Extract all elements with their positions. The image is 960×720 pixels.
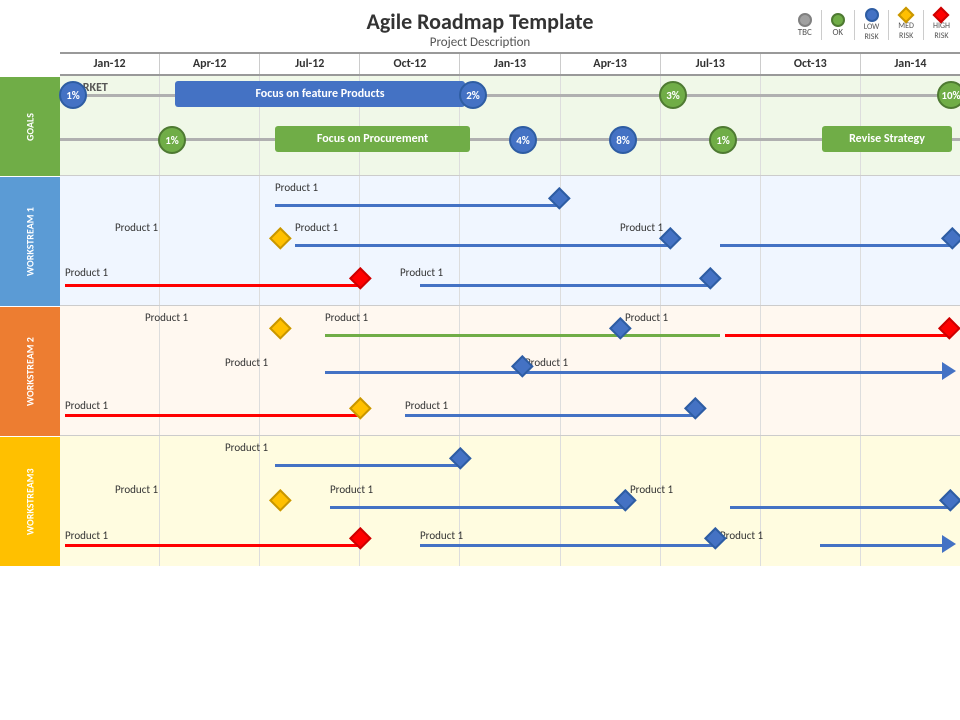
ws3-line3c [820,544,950,547]
bar-revise-strategy: Revise Strategy [822,126,952,152]
ws3-prod2-r1: Product 1 [115,483,158,496]
milestone-1pct-r2b: 1% [709,126,737,154]
col-jan13: Jan-13 [460,54,560,74]
ws2-line1 [325,334,720,337]
ws2-prod2-r1: Product 1 [225,356,268,369]
ws3-prod3-r2: Product 1 [420,529,463,542]
milestone-3pct: 3% [659,81,687,109]
legend-ok: OK [831,13,845,38]
ws2-line1b [725,334,950,337]
ws3-line3 [65,544,360,547]
ws3-prod2-r2: Product 1 [330,483,373,496]
ws2-section: Product 1 Product 1 Product 1 Product 1 … [60,306,960,436]
col-jul12: Jul-12 [260,54,360,74]
legend-high-risk: HIGHRISK [933,9,950,41]
col-oct12: Oct-12 [360,54,460,74]
timeline-header: Jan-12 Apr-12 Jul-12 Oct-12 Jan-13 Apr-1… [60,52,960,76]
ws3-line1 [275,464,460,467]
low-risk-icon [865,8,879,22]
ws3-prod1-r1: Product 1 [225,441,268,454]
ws2-line2 [325,371,950,374]
ws3-section: Product 1 Product 1 Product 1 Product 1 … [60,436,960,566]
goals-label: GOALS [0,76,60,176]
ws1-prod2-r3: Product 1 [620,221,663,234]
ws3-prod2-r3: Product 1 [630,483,673,496]
ws1-line3 [65,284,360,287]
ws3-diamond-yellow [269,489,292,512]
legend-low-risk: LOWRISK [864,8,880,42]
col-apr12: Apr-12 [160,54,260,74]
ws1-line2b [720,244,950,247]
legend-med-risk-label: MEDRISK [898,21,914,41]
header: Agile Roadmap Template Project Descripti… [0,0,960,52]
tbc-icon [798,13,812,27]
ws2-arrow-head1 [942,362,956,380]
col-jan12: Jan-12 [60,54,160,74]
milestone-2pct: 2% [459,81,487,109]
ws1-line3b [420,284,710,287]
ws1-prod2-r2: Product 1 [295,221,338,234]
ws2-prod1-r2: Product 1 [325,311,368,324]
ws1-label: WORKSTREAM 1 [0,176,60,306]
ws1-prod1-r1: Product 1 [275,181,318,194]
ws3-line2b [730,506,950,509]
col-apr13: Apr-13 [561,54,661,74]
legend-sep4 [923,10,924,40]
content-area: MARKET 1% Focus on feature Products 2% 3… [60,76,960,720]
ws1-prod3-r2: Product 1 [400,266,443,279]
legend-high-risk-label: HIGHRISK [933,21,950,41]
ws3-line3b [420,544,715,547]
legend-med-risk: MEDRISK [898,9,914,41]
ws3-line2 [330,506,625,509]
legend-tbc-label: TBC [798,27,812,38]
ws2-prod1-r1: Product 1 [145,311,188,324]
milestone-1pct-r2: 1% [158,126,186,154]
ws2-diamond-yellow1 [269,317,292,340]
col-jan14: Jan-14 [861,54,960,74]
milestone-10pct: 10% [937,81,960,109]
ws3-prod3-r1: Product 1 [65,529,108,542]
row-labels: GOALS WORKSTREAM 1 WORKSTREAM 2 WORKSTRE… [0,76,60,720]
goals-section: MARKET 1% Focus on feature Products 2% 3… [60,76,960,176]
ws3-prod3-r3: Product 1 [720,529,763,542]
ws2-prod3-r1: Product 1 [65,399,108,412]
legend-sep2 [854,10,855,40]
ws2-label: WORKSTREAM 2 [0,306,60,436]
legend-ok-label: OK [832,27,843,38]
legend-low-risk-label: LOWRISK [864,22,880,42]
ws1-prod3-r1: Product 1 [65,266,108,279]
col-jul13: Jul-13 [661,54,761,74]
ok-icon [831,13,845,27]
ws2-line3b [405,414,695,417]
col-oct13: Oct-13 [761,54,861,74]
ws3-label: WORKSTREAM3 [0,436,60,566]
ws2-prod1-r3: Product 1 [625,311,668,324]
legend-tbc: TBC [798,13,812,38]
legend-sep1 [821,10,822,40]
milestone-8pct: 8% [609,126,637,154]
ws1-diamond-yellow [269,227,292,250]
ws3-arrow-head [942,535,956,553]
ws1-prod2-label: Product 1 [115,221,158,234]
main-content: GOALS WORKSTREAM 1 WORKSTREAM 2 WORKSTRE… [0,76,960,720]
bar-feature-products: Focus on feature Products [175,81,465,107]
legend-sep3 [888,10,889,40]
ws2-prod3-r2: Product 1 [405,399,448,412]
ws2-line3 [65,414,360,417]
milestone-4pct: 4% [509,126,537,154]
milestone-1pct-r1: 1% [59,81,87,109]
ws1-section: Product 1 Product 1 Product 1 Product 1 … [60,176,960,306]
ws1-line2 [295,244,670,247]
legend: TBC OK LOWRISK MEDRISK [798,8,950,42]
bar-procurement: Focus on Procurement [275,126,470,152]
ws1-line1 [275,204,560,207]
